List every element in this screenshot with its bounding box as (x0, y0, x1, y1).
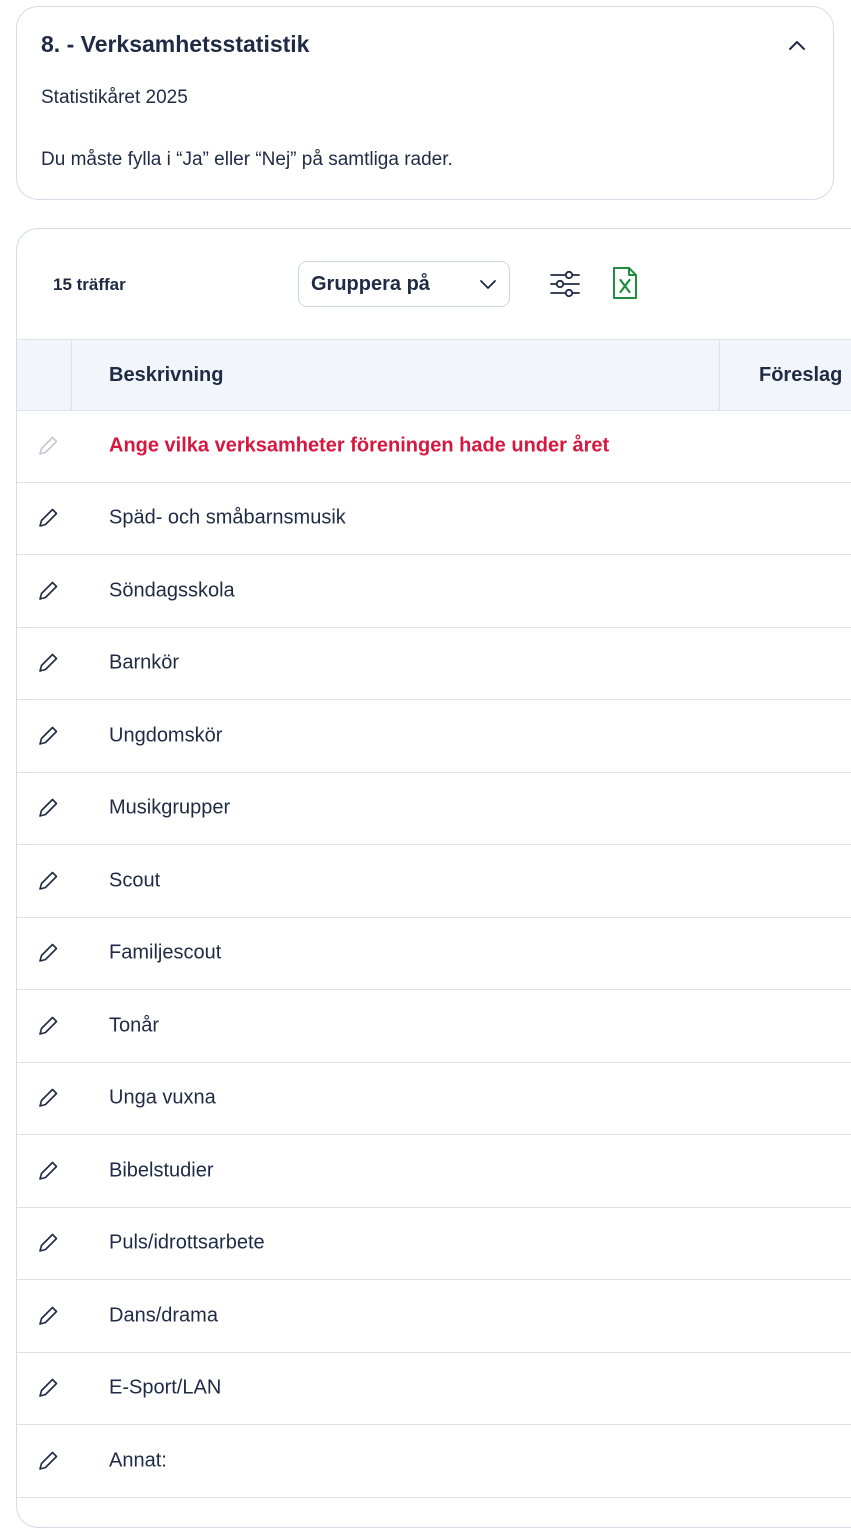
row-description: Unga vuxna (109, 1086, 216, 1109)
instruction-text: Du måste fylla i “Ja” eller “Nej” på sam… (41, 149, 453, 170)
excel-icon[interactable] (612, 266, 638, 300)
row-description: Barnkör (109, 651, 180, 674)
table-row[interactable]: Ungdomskör (17, 700, 851, 773)
pencil-icon[interactable] (35, 1230, 61, 1256)
row-description: Dans/drama (109, 1304, 218, 1327)
section-card: 8. - Verksamhetsstatistik Statistikåret … (16, 6, 834, 200)
row-description: Musikgrupper (109, 796, 231, 819)
pencil-icon (39, 436, 58, 455)
table-row[interactable]: E-Sport/LAN (17, 1353, 851, 1425)
row-description: Ange vilka verksamheter föreningen hade … (109, 434, 610, 457)
table-row[interactable]: Dans/drama (17, 1280, 851, 1353)
table-row[interactable]: Unga vuxna (17, 1063, 851, 1135)
pencil-icon[interactable] (35, 795, 61, 821)
statistics-year: Statistikåret 2025 (41, 87, 188, 108)
pencil-icon[interactable] (35, 1013, 61, 1039)
row-description: Söndagsskola (109, 579, 235, 602)
column-header-suggestion[interactable]: Föreslag (759, 364, 842, 387)
table-row[interactable]: Späd- och småbarnsmusik (17, 483, 851, 555)
pencil-icon[interactable] (35, 1085, 61, 1111)
pencil-icon[interactable] (35, 1158, 61, 1184)
table-row[interactable]: Bibelstudier (17, 1135, 851, 1208)
table-header: Beskrivning Föreslag (17, 339, 851, 411)
row-description: Späd- och småbarnsmusik (109, 506, 346, 529)
group-by-select[interactable]: Gruppera på (298, 261, 510, 307)
pencil-icon[interactable] (35, 1448, 61, 1474)
row-description: Familjescout (109, 941, 222, 964)
column-divider (719, 340, 720, 410)
row-description: Bibelstudier (109, 1159, 214, 1182)
collapse-button[interactable] (783, 31, 811, 59)
pencil-icon[interactable] (35, 723, 61, 749)
table-row[interactable]: Söndagsskola (17, 555, 851, 628)
pencil-icon[interactable] (35, 650, 61, 676)
pencil-icon[interactable] (35, 868, 61, 894)
row-description: Ungdomskör (109, 724, 223, 747)
pencil-icon[interactable] (35, 578, 61, 604)
table-row[interactable]: Annat: (17, 1425, 851, 1498)
table-toolbar: 15 träffar Gruppera på (17, 229, 851, 339)
table-row[interactable]: Familjescout (17, 918, 851, 990)
row-description: E-Sport/LAN (109, 1376, 222, 1399)
pencil-icon[interactable] (35, 1375, 61, 1401)
row-description: Puls/idrottsarbete (109, 1231, 265, 1254)
pencil-icon[interactable] (35, 505, 61, 531)
chevron-up-icon (789, 41, 805, 50)
pencil-icon[interactable] (35, 940, 61, 966)
sliders-icon[interactable] (548, 267, 582, 301)
group-by-label: Gruppera på (311, 272, 430, 295)
chevron-down-icon (480, 280, 496, 289)
edit-column-header (17, 340, 72, 410)
column-header-description[interactable]: Beskrivning (109, 364, 223, 387)
hit-count: 15 träffar (53, 275, 126, 294)
table-row: Ange vilka verksamheter föreningen hade … (17, 410, 851, 483)
section-title: 8. - Verksamhetsstatistik (41, 31, 310, 57)
table-row[interactable]: Barnkör (17, 628, 851, 700)
table-card: 15 träffar Gruppera på Beskrivning Föres… (16, 228, 851, 1528)
table-row[interactable]: Tonår (17, 990, 851, 1063)
row-description: Tonår (109, 1014, 160, 1037)
table-row[interactable]: Scout (17, 845, 851, 918)
row-description: Annat: (109, 1449, 167, 1472)
table-row[interactable]: Musikgrupper (17, 773, 851, 845)
pencil-icon[interactable] (35, 1303, 61, 1329)
table-row[interactable]: Puls/idrottsarbete (17, 1208, 851, 1280)
row-description: Scout (109, 869, 161, 892)
table-body: Ange vilka verksamheter föreningen hade … (17, 410, 851, 1498)
